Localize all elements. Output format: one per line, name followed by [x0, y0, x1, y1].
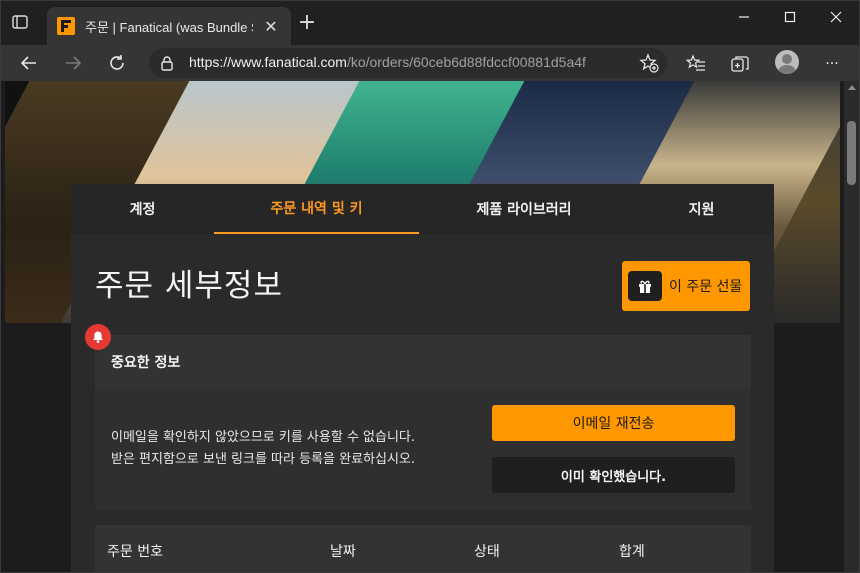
collections-icon[interactable] — [729, 53, 751, 75]
maximize-icon[interactable] — [767, 1, 813, 33]
gift-order-button[interactable]: 이 주문 선물 — [622, 261, 750, 311]
fanatical-favicon-icon — [57, 17, 75, 35]
refresh-icon[interactable] — [103, 49, 131, 77]
important-info-heading: 중요한 정보 — [95, 335, 751, 389]
important-info-box: 중요한 정보 이메일을 확인하지 않았으므로 키를 사용할 수 없습니다. 받은… — [95, 335, 751, 510]
tab-support[interactable]: 지원 — [629, 184, 774, 234]
page-scrollbar[interactable] — [844, 81, 859, 572]
browser-tab[interactable]: 주문 | Fanatical (was Bundle Stars) ✕ — [47, 7, 291, 45]
address-bar[interactable]: https://www.fanatical.com/ko/orders/60ce… — [149, 48, 667, 78]
account-panel: 계정 주문 내역 및 키 제품 라이브러리 지원 주문 세부정보 이 주문 선물… — [71, 184, 774, 572]
minimize-icon[interactable] — [721, 1, 767, 33]
gift-icon — [628, 271, 662, 301]
page-viewport: 계정 주문 내역 및 키 제품 라이브러리 지원 주문 세부정보 이 주문 선물… — [1, 81, 844, 572]
tab-account[interactable]: 계정 — [71, 184, 214, 234]
tab-title: 주문 | Fanatical (was Bundle Stars) — [85, 19, 253, 35]
column-order-number: 주문 번호 — [107, 544, 163, 560]
gift-order-label: 이 주문 선물 — [669, 279, 743, 295]
close-window-icon[interactable] — [813, 1, 859, 33]
order-table-header: 주문 번호 날짜 상태 합계 — [95, 525, 751, 572]
verify-email-line-2: 받은 편지함으로 보낸 링크를 따라 등록을 완료하십시오. — [111, 452, 416, 467]
scroll-thumb[interactable] — [847, 121, 856, 185]
account-nav: 계정 주문 내역 및 키 제품 라이브러리 지원 — [71, 184, 774, 234]
forward-arrow-icon[interactable] — [59, 49, 87, 77]
important-info-body: 이메일을 확인하지 않았으므로 키를 사용할 수 없습니다. 받은 편지함으로 … — [95, 389, 751, 510]
column-total: 합계 — [619, 544, 645, 560]
alert-bell-icon — [85, 324, 111, 350]
lock-icon[interactable] — [159, 55, 175, 71]
tab-actions-icon[interactable] — [9, 11, 31, 33]
more-menu-icon[interactable]: ··· — [821, 53, 843, 75]
tab-close-icon[interactable]: ✕ — [261, 17, 281, 36]
verify-email-line-1: 이메일을 확인하지 않았으므로 키를 사용할 수 없습니다. — [111, 430, 416, 445]
already-confirmed-button[interactable]: 이미 확인했습니다. — [492, 457, 735, 493]
tab-product-library[interactable]: 제품 라이브러리 — [419, 184, 629, 234]
title-bar: 주문 | Fanatical (was Bundle Stars) ✕ + — [1, 1, 859, 45]
resend-email-button[interactable]: 이메일 재전송 — [492, 405, 735, 441]
profile-avatar[interactable] — [775, 50, 799, 74]
browser-toolbar: https://www.fanatical.com/ko/orders/60ce… — [1, 45, 859, 81]
scroll-up-arrow-icon[interactable] — [848, 85, 856, 90]
new-tab-icon[interactable]: + — [297, 12, 317, 34]
url-text[interactable]: https://www.fanatical.com/ko/orders/60ce… — [189, 54, 586, 70]
column-status: 상태 — [474, 544, 500, 560]
page-title: 주문 세부정보 — [95, 268, 283, 304]
verify-email-message: 이메일을 확인하지 않았으므로 키를 사용할 수 없습니다. 받은 편지함으로 … — [111, 427, 415, 471]
browser-window: 주문 | Fanatical (was Bundle Stars) ✕ + — [0, 0, 860, 573]
tab-orders-and-keys[interactable]: 주문 내역 및 키 — [214, 184, 419, 234]
favorites-icon[interactable] — [685, 53, 707, 75]
back-arrow-icon[interactable] — [15, 49, 43, 77]
url-path: /ko/orders/60ceb6d88fdccf00881d5a4f — [346, 54, 586, 70]
column-date: 날짜 — [330, 544, 356, 560]
add-favorite-icon[interactable] — [639, 53, 659, 73]
url-host: https://www.fanatical.com — [189, 54, 347, 70]
